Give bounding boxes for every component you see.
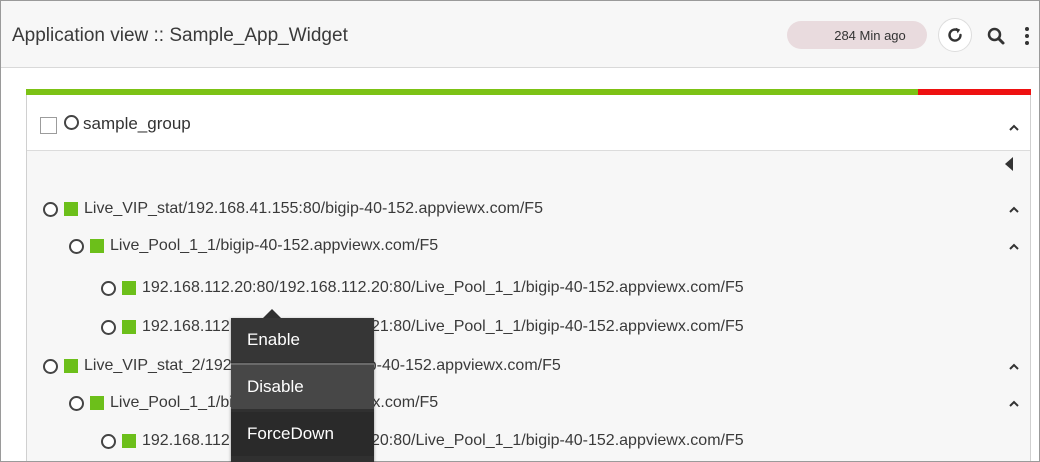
refresh-icon [948,27,962,42]
chevron-up-icon[interactable] [1007,360,1021,374]
chevron-up-icon[interactable] [1007,240,1021,254]
tree-node-label: Live_Pool_1_1/bigip-40-152.appviewx.com/… [110,237,439,254]
status-ring-icon [43,358,58,374]
tree-node-label: 192.168.112.20:80/192.168.112.20:80/Live… [142,279,744,296]
status-up-icon [64,359,78,373]
status-ring-icon [101,319,116,335]
more-vertical-icon [1025,27,1029,31]
widget-header: Application view :: Sample_App_Widget 28… [1,1,1039,68]
menu-item-enable[interactable]: Enable [231,318,374,362]
search-icon [987,27,1005,45]
status-ring-icon [69,395,84,411]
status-ring-icon [69,238,84,254]
tree-node[interactable]: Live_Pool_1_1/bigip-40-152.appviewx.com/… [69,234,438,258]
last-updated-badge: 284 Min ago [787,21,927,49]
tree-node[interactable]: 192.168.112.20:80/192.168.112.20:80/Live… [101,276,744,300]
chevron-up-icon[interactable] [1007,203,1021,217]
refresh-button[interactable] [938,18,972,52]
tree-node-label: Live_VIP_stat/192.168.41.155:80/bigip-40… [84,200,543,217]
more-options-button[interactable] [1019,23,1035,49]
status-up-icon [122,320,136,334]
status-ring-icon [101,280,116,296]
group-panel: sample_group Live_VIP_stat/192.168.41.15… [26,89,1031,461]
status-up-icon [122,281,136,295]
status-up-icon [122,434,136,448]
tree-node[interactable]: 192.168.112.20:80/192.168.112.20:80/Live… [101,429,744,453]
menu-item-disable[interactable]: Disable [231,365,374,409]
status-up-icon [90,239,104,253]
tree-view: Live_VIP_stat/192.168.41.155:80/bigip-40… [27,90,1030,462]
tree-node[interactable]: 192.168.112.21:80/192.168.112.21:80/Live… [101,315,744,339]
status-up-icon [64,202,78,216]
status-ring-icon [101,433,116,449]
widget-title: Application view :: Sample_App_Widget [12,25,348,46]
context-menu: Enable Disable ForceDown [231,309,374,462]
menu-item-forcedown[interactable]: ForceDown [231,412,374,456]
search-button[interactable] [983,23,1009,49]
status-up-icon [90,396,104,410]
tree-node[interactable]: Live_VIP_stat/192.168.41.155:80/bigip-40… [43,197,543,221]
status-ring-icon [43,201,58,217]
chevron-up-icon[interactable] [1007,397,1021,411]
